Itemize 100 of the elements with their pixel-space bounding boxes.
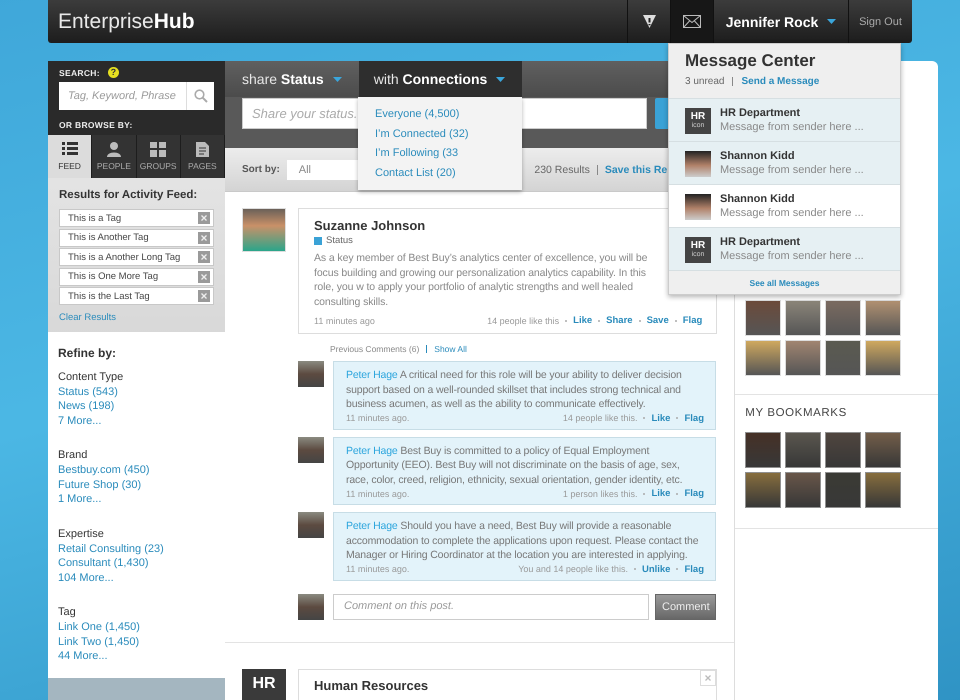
composer-tab[interactable]: with Connections xyxy=(358,61,522,97)
action-link[interactable]: Flag xyxy=(682,315,702,326)
action-link[interactable]: Share xyxy=(606,315,633,326)
caret-icon xyxy=(332,76,342,82)
photo-placeholder[interactable] xyxy=(865,300,902,336)
remove-tag-button[interactable] xyxy=(198,232,210,244)
comment-time: 11 minutes ago. xyxy=(346,564,410,574)
search-field[interactable]: Tag, Keyword, Phrase xyxy=(59,82,186,110)
sender-name: HR Department xyxy=(720,236,802,248)
action-link[interactable]: Like xyxy=(651,412,670,424)
clear-results-link[interactable]: Clear Results xyxy=(59,312,116,322)
author-link[interactable]: Peter Hage xyxy=(346,520,398,532)
action-link[interactable]: Save xyxy=(646,315,669,326)
photo-placeholder[interactable] xyxy=(745,340,782,376)
photo-placeholder[interactable] xyxy=(865,340,902,376)
results-count: 230 Results xyxy=(534,164,590,176)
photo-placeholder[interactable] xyxy=(785,300,822,336)
photo-placeholder[interactable] xyxy=(825,300,862,336)
unread-count: 3 unread xyxy=(685,76,724,87)
filter-link[interactable]: Link One (1,450) xyxy=(58,620,215,634)
photo-placeholder[interactable] xyxy=(745,472,782,508)
browse-tab[interactable]: FEED xyxy=(48,135,92,178)
photo-placeholder[interactable] xyxy=(825,472,862,508)
comment-text: Peter Hage Best Buy is committed to a policy of Equal Employment Opportunity (EEO). Best Buy will not discriminate on the basis of age, sex, race, color, creed, religion, ethnicity, sexual orientation, gender identity, etc. xyxy=(346,444,684,487)
filter-link[interactable]: 7 More... xyxy=(58,414,215,428)
filter-link[interactable]: Status (543) xyxy=(58,384,215,399)
close-icon xyxy=(201,254,207,260)
sort-select[interactable]: All xyxy=(286,160,361,180)
remove-tag-button[interactable] xyxy=(198,251,210,263)
send-message-link[interactable]: Send a Message xyxy=(741,76,820,87)
author-link[interactable]: Peter Hage xyxy=(346,369,398,381)
filter-heading: Expertise xyxy=(58,528,105,540)
mail-icon xyxy=(683,15,701,28)
show-all-link[interactable]: Show All xyxy=(434,344,467,354)
help-icon[interactable]: ? xyxy=(108,67,119,78)
comment-text: Peter Hage A critical need for this role will be your ability to deliver decision support based on a well-rounded skillset that includes strong technical and business acumen, as well as the ability to communicate effectively. xyxy=(346,368,683,412)
remove-tag-button[interactable] xyxy=(198,212,210,224)
save-results-link[interactable]: Save this Re xyxy=(604,164,668,176)
likes-count: 1 person likes this. xyxy=(562,488,638,498)
close-icon xyxy=(705,674,712,680)
photo-placeholder[interactable] xyxy=(785,340,822,376)
photo-placeholder[interactable] xyxy=(785,472,822,508)
search-button[interactable] xyxy=(186,82,214,110)
tag-label: This is a Tag xyxy=(67,212,122,224)
browse-tab[interactable]: PAGES xyxy=(180,135,225,178)
action-link[interactable]: Flag xyxy=(684,412,704,424)
browse-tab[interactable]: GROUPS xyxy=(136,135,181,178)
author-link[interactable]: Peter Hage xyxy=(346,444,398,456)
alert-icon xyxy=(642,14,656,29)
message-preview: Message from sender here ... xyxy=(720,121,864,133)
filter-link[interactable]: 44 More... xyxy=(58,649,215,664)
action-link[interactable]: Flag xyxy=(684,564,704,574)
photo-placeholder[interactable] xyxy=(745,300,782,336)
tag-label: This is One More Tag xyxy=(67,271,160,282)
remove-tag-button[interactable] xyxy=(198,270,210,282)
action-link[interactable]: Like xyxy=(651,488,670,499)
tag-label: This is Another Tag xyxy=(67,232,150,243)
filter-link[interactable]: Link Two (1,450) xyxy=(58,634,215,649)
filter-heading: Content Type xyxy=(58,370,124,382)
photo-placeholder[interactable] xyxy=(825,340,862,376)
document-icon xyxy=(196,142,209,157)
filter-link[interactable]: 1 More... xyxy=(58,492,215,506)
action-link[interactable]: Unlike xyxy=(642,564,670,574)
photo-placeholder[interactable] xyxy=(745,432,782,468)
audience-option[interactable]: Contact List (20) xyxy=(375,164,505,183)
filter-link[interactable]: Retail Consulting (23) xyxy=(58,542,215,556)
composer-tab[interactable]: share Status xyxy=(225,61,359,97)
see-all-messages-link[interactable]: See all Messages xyxy=(669,270,900,294)
photo-placeholder xyxy=(298,594,324,620)
post-time: 11 minutes ago xyxy=(314,316,375,326)
browse-tab[interactable]: PEOPLE xyxy=(92,135,136,178)
filter-link[interactable]: Consultant (1,430) xyxy=(58,556,215,570)
remove-tag-button[interactable] xyxy=(198,290,210,302)
refine-heading: Refine by: xyxy=(58,346,118,360)
list-icon xyxy=(62,142,78,157)
comment-field[interactable]: Comment on this post. xyxy=(333,594,649,620)
sender-name: Shannon Kidd xyxy=(720,193,796,205)
filter-link[interactable]: Future Shop (30) xyxy=(58,478,215,492)
sender-name: Shannon Kidd xyxy=(720,150,796,162)
action-link[interactable]: Flag xyxy=(684,488,704,499)
filter-link[interactable]: Bestbuy.com (450) xyxy=(58,463,215,478)
previous-comments-label: Previous Comments (6) xyxy=(330,344,420,354)
mail-button[interactable] xyxy=(670,0,713,43)
filter-link[interactable]: News (198) xyxy=(58,399,215,414)
photo-placeholder[interactable] xyxy=(865,432,902,468)
message-item[interactable]: Shannon Kidd Message from sender here ... xyxy=(669,184,900,227)
photo-placeholder[interactable] xyxy=(785,432,822,468)
message-item[interactable]: Shannon Kidd Message from sender here ... xyxy=(669,141,900,184)
photo-placeholder[interactable] xyxy=(825,432,862,468)
comment-button[interactable]: Comment xyxy=(655,594,716,620)
photo-placeholder[interactable] xyxy=(865,472,902,508)
panel-title: Message Center xyxy=(685,51,816,71)
audience-option[interactable]: I’m Following (33 xyxy=(375,144,505,164)
photo-placeholder xyxy=(242,208,286,252)
filter-link[interactable]: 104 More... xyxy=(58,570,215,585)
audience-option[interactable]: Everyone (4,500) xyxy=(375,105,505,124)
close-icon xyxy=(201,234,207,240)
author-name: Suzanne Johnson xyxy=(314,218,426,233)
action-link[interactable]: Like xyxy=(573,315,592,326)
person-icon xyxy=(106,142,122,157)
